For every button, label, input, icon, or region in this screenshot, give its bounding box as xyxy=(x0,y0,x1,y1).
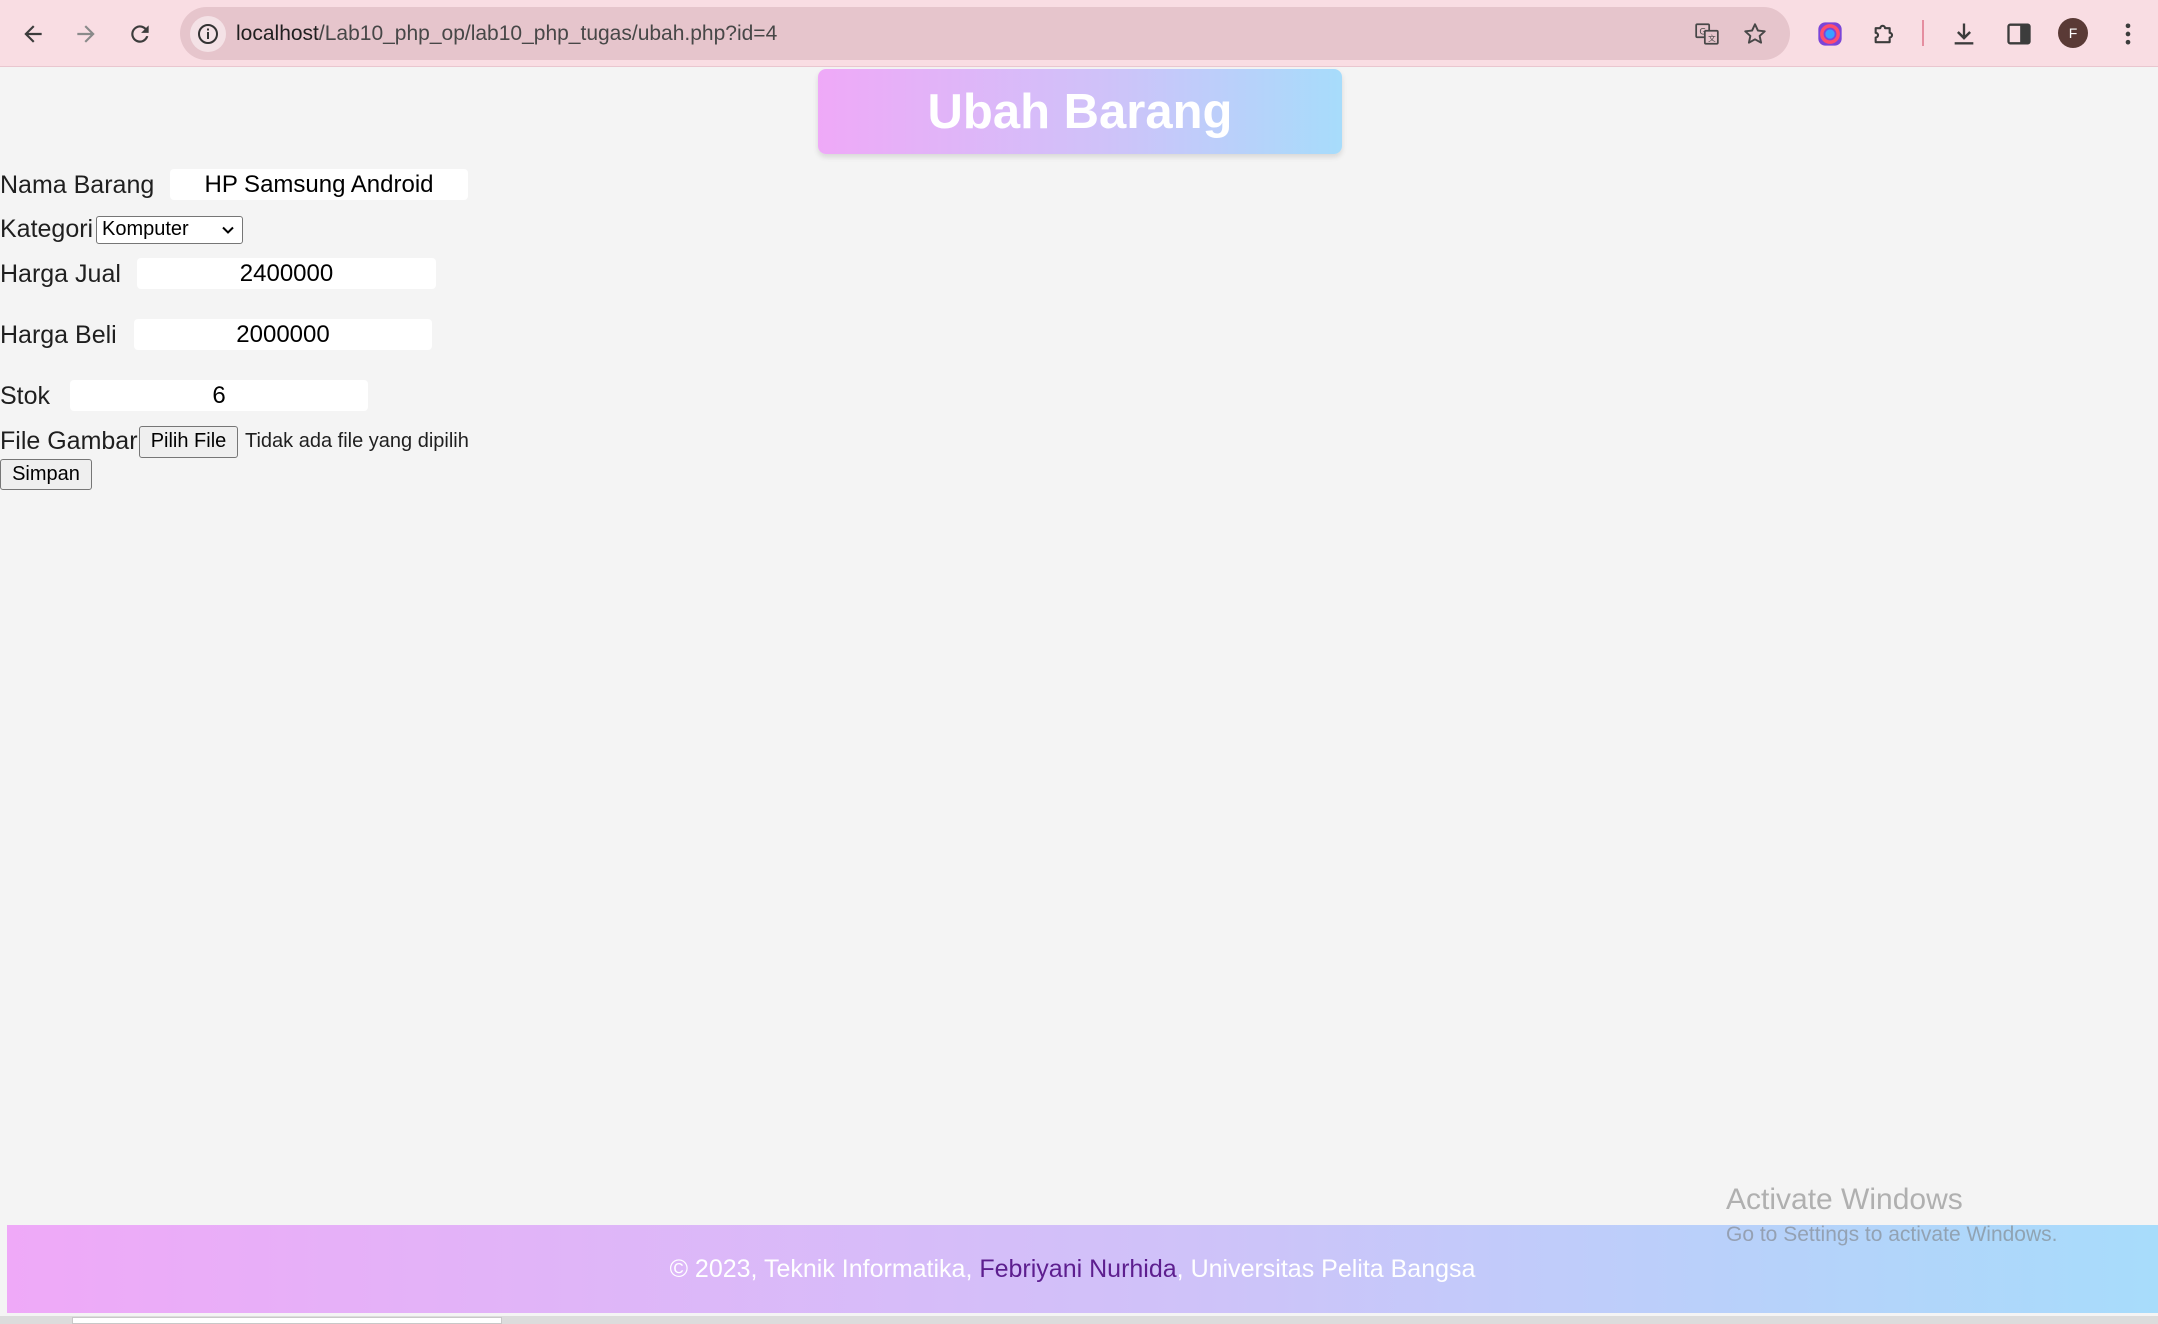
simpan-button[interactable]: Simpan xyxy=(0,459,92,490)
toolbar-divider xyxy=(1922,20,1924,46)
arrow-left-icon xyxy=(24,25,42,43)
footer-copyright: © 2023, Teknik Informatika, xyxy=(669,1254,980,1283)
harga-beli-label: Harga Beli xyxy=(0,321,117,349)
harga-jual-label: Harga Jual xyxy=(0,260,121,288)
chevron-down-icon xyxy=(222,226,234,234)
kategori-select[interactable]: Komputer xyxy=(96,216,243,244)
harga-jual-input[interactable] xyxy=(137,258,436,289)
translate-icon: G文 xyxy=(1695,23,1719,45)
reload-button[interactable] xyxy=(120,14,160,54)
profile-avatar[interactable]: F xyxy=(2058,18,2088,48)
page-header: Ubah Barang xyxy=(818,69,1342,154)
downloads-button[interactable] xyxy=(1944,14,1984,54)
puzzle-icon xyxy=(1874,24,1894,44)
browser-toolbar: localhost/Lab10_php_op/lab10_php_tugas/u… xyxy=(0,0,2158,67)
nama-barang-input[interactable] xyxy=(170,169,468,200)
bottom-strip xyxy=(0,1316,2158,1324)
nama-barang-label: Nama Barang xyxy=(0,171,155,199)
watermark-subtitle: Go to Settings to activate Windows. xyxy=(1726,1223,2058,1246)
reload-icon xyxy=(131,25,149,43)
footer-text: © 2023, Teknik Informatika, Febriyani Nu… xyxy=(670,1255,1476,1284)
star-icon xyxy=(1744,23,1766,44)
translate-button[interactable]: G文 xyxy=(1692,19,1722,49)
page-title: Ubah Barang xyxy=(927,84,1233,139)
extensions-button[interactable] xyxy=(1865,14,1905,54)
arrow-right-icon xyxy=(77,25,95,43)
svg-text:G: G xyxy=(1699,28,1706,38)
address-bar[interactable]: localhost/Lab10_php_op/lab10_php_tugas/u… xyxy=(180,7,1790,60)
choose-file-button[interactable]: Pilih File xyxy=(139,426,238,458)
page-content: Ubah Barang Nama Barang Kategori Kompute… xyxy=(0,67,2158,1324)
kategori-label: Kategori xyxy=(0,215,94,243)
color-extension-button[interactable] xyxy=(1810,14,1850,54)
file-status-text: Tidak ada file yang dipilih xyxy=(245,430,469,452)
url-host: localhost xyxy=(236,22,319,45)
kebab-menu-icon xyxy=(2125,23,2131,45)
stok-input[interactable] xyxy=(70,380,368,411)
forward-button[interactable] xyxy=(66,14,106,54)
download-icon xyxy=(1954,23,1974,45)
color-extension-icon xyxy=(1818,22,1842,46)
footer-author-link[interactable]: Febriyani Nurhida xyxy=(979,1255,1176,1283)
side-panel-button[interactable] xyxy=(1999,14,2039,54)
file-gambar-label: File Gambar xyxy=(0,427,138,455)
browser-menu-button[interactable] xyxy=(2108,14,2148,54)
url-path: /Lab10_php_op/lab10_php_tugas/ubah.php?i… xyxy=(318,22,778,45)
svg-text:文: 文 xyxy=(1708,33,1716,43)
kategori-selected-value: Komputer xyxy=(102,218,189,240)
taskbar-item xyxy=(72,1317,502,1324)
footer-university: , Universitas Pelita Bangsa xyxy=(1176,1254,1476,1283)
harga-beli-input[interactable] xyxy=(134,319,432,350)
bookmark-button[interactable] xyxy=(1740,19,1770,49)
stok-label: Stok xyxy=(0,382,51,410)
side-panel-icon xyxy=(2007,23,2031,45)
activate-windows-watermark: Activate Windows Go to Settings to activ… xyxy=(1726,1183,2058,1247)
site-info-button[interactable] xyxy=(190,16,226,52)
back-button[interactable] xyxy=(13,14,53,54)
url-text[interactable]: localhost/Lab10_php_op/lab10_php_tugas/u… xyxy=(236,7,777,60)
info-icon xyxy=(198,24,218,44)
watermark-title: Activate Windows xyxy=(1726,1183,1963,1216)
